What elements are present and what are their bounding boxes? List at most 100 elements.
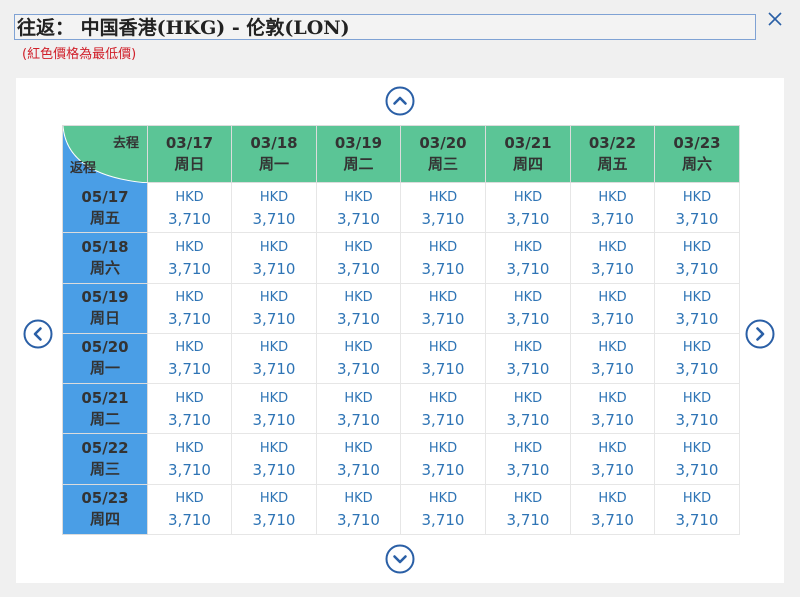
fare-cell[interactable]: HKD 3,710	[147, 332, 232, 385]
fare-cell[interactable]: HKD 3,710	[485, 232, 571, 284]
fare-cell[interactable]: HKD 3,710	[400, 383, 486, 435]
fare-cell[interactable]: HKD 3,710	[147, 483, 232, 536]
outbound-date: 03/18	[250, 134, 298, 152]
fare-cell[interactable]: HKD 3,710	[316, 483, 401, 536]
return-date-row: 05/23 周四 HKD 3,710 HKD 3,710 HKD 3,710 HKD 3,710 H…	[62, 483, 740, 536]
fare-currency: HKD	[598, 441, 627, 457]
fare-cell[interactable]: HKD 3,710	[654, 383, 740, 435]
fare-cell[interactable]: HKD 3,710	[400, 332, 486, 385]
fare-cell[interactable]: HKD 3,710	[485, 282, 571, 334]
fare-amount: 3,710	[591, 511, 634, 530]
fare-currency: HKD	[682, 290, 712, 306]
fare-currency: HKD	[682, 390, 712, 406]
fare-amount: 3,710	[337, 310, 380, 329]
fare-cell[interactable]: HKD 3,710	[570, 282, 655, 334]
fare-cell[interactable]: HKD 3,710	[147, 383, 232, 435]
outbound-weekday: 周二	[343, 155, 374, 173]
fare-amount: 3,710	[506, 209, 550, 228]
return-date-header: 05/21 周二	[62, 383, 148, 435]
fare-cell[interactable]: HKD 3,710	[231, 332, 317, 385]
fare-cell[interactable]: HKD 3,710	[400, 433, 486, 485]
fare-amount: 3,710	[252, 410, 296, 429]
close-button[interactable]	[764, 8, 786, 30]
fare-currency: HKD	[428, 290, 458, 306]
chevron-right-circle-icon	[745, 319, 775, 349]
fare-cell[interactable]: HKD 3,710	[654, 483, 740, 536]
fare-amount: 3,710	[252, 310, 296, 329]
fare-cell[interactable]: HKD 3,710	[485, 181, 571, 234]
fare-amount: 3,710	[337, 259, 380, 278]
fare-amount: 3,710	[506, 461, 550, 480]
fare-cell[interactable]: HKD 3,710	[654, 332, 740, 385]
fare-amount: 3,710	[168, 209, 211, 228]
fare-cell[interactable]: HKD 3,710	[316, 282, 401, 334]
outbound-date: 03/22	[588, 134, 637, 152]
fare-cell[interactable]: HKD 3,710	[231, 483, 317, 536]
fare-cell[interactable]: HKD 3,710	[485, 332, 571, 385]
fare-amount: 3,710	[675, 461, 719, 480]
fare-cell[interactable]: HKD 3,710	[231, 282, 317, 334]
fare-cell[interactable]: HKD 3,710	[400, 232, 486, 284]
fare-currency: HKD	[175, 491, 204, 507]
fare-cell[interactable]: HKD 3,710	[231, 383, 317, 435]
fare-amount: 3,710	[591, 360, 634, 379]
next-return-week-button[interactable]	[385, 544, 415, 574]
fare-cell[interactable]: HKD 3,710	[485, 483, 571, 536]
return-weekday: 周五	[89, 208, 120, 227]
lowest-price-note: (紅色價格為最低價)	[22, 47, 137, 62]
fare-cell[interactable]: HKD 3,710	[570, 332, 655, 385]
fare-cell[interactable]: HKD 3,710	[485, 383, 571, 435]
fare-cell[interactable]: HKD 3,710	[147, 433, 232, 485]
return-weekday: 周一	[89, 359, 120, 378]
fare-cell[interactable]: HKD 3,710	[570, 383, 655, 435]
fare-cell[interactable]: HKD 3,710	[316, 181, 401, 234]
fare-cell[interactable]: HKD 3,710	[570, 433, 655, 485]
fare-cell[interactable]: HKD 3,710	[654, 232, 740, 284]
fare-currency: HKD	[513, 491, 543, 507]
fare-cell[interactable]: HKD 3,710	[570, 483, 655, 536]
fare-cell[interactable]: HKD 3,710	[654, 282, 740, 334]
outbound-weekday: 周三	[427, 155, 458, 173]
return-weekday: 周日	[89, 309, 120, 328]
fare-cell[interactable]: HKD 3,710	[147, 181, 232, 234]
fare-cell[interactable]: HKD 3,710	[485, 433, 571, 485]
fare-cell[interactable]: HKD 3,710	[316, 433, 401, 485]
fare-cell[interactable]: HKD 3,710	[570, 232, 655, 284]
fare-cell[interactable]: HKD 3,710	[316, 232, 401, 284]
fare-cell[interactable]: HKD 3,710	[400, 483, 486, 536]
return-weekday: 周三	[89, 460, 120, 479]
fare-cell[interactable]: HKD 3,710	[654, 181, 740, 234]
fare-cell[interactable]: HKD 3,710	[654, 433, 740, 485]
fare-cell[interactable]: HKD 3,710	[316, 383, 401, 435]
outbound-weekday: 周日	[174, 155, 205, 173]
fare-cell[interactable]: HKD 3,710	[231, 181, 317, 234]
fare-currency: HKD	[259, 390, 289, 406]
outbound-date: 03/19	[334, 134, 383, 152]
fare-cell[interactable]: HKD 3,710	[570, 181, 655, 234]
fare-amount: 3,710	[421, 360, 465, 379]
fare-cell[interactable]: HKD 3,710	[147, 232, 232, 284]
fare-currency: HKD	[175, 441, 204, 457]
outbound-date-header: 03/19 周二	[316, 125, 401, 183]
fare-currency: HKD	[175, 390, 204, 406]
fare-currency: HKD	[344, 441, 373, 457]
next-outbound-week-button[interactable]	[745, 319, 775, 349]
fare-amount: 3,710	[421, 209, 465, 228]
fare-cell[interactable]: HKD 3,710	[400, 181, 486, 234]
fare-cell[interactable]: HKD 3,710	[231, 433, 317, 485]
outbound-weekday: 周五	[597, 155, 628, 173]
fare-amount: 3,710	[591, 310, 634, 329]
fare-cell[interactable]: HKD 3,710	[231, 232, 317, 284]
fare-currency: HKD	[513, 441, 543, 457]
fare-amount: 3,710	[421, 410, 465, 429]
fare-cell[interactable]: HKD 3,710	[316, 332, 401, 385]
prev-return-week-button[interactable]	[385, 86, 415, 116]
prev-outbound-week-button[interactable]	[23, 319, 53, 349]
fare-currency: HKD	[598, 340, 627, 356]
fare-currency: HKD	[428, 239, 458, 255]
return-date-header: 05/22 周三	[62, 433, 148, 485]
title-bar: 往返： 中国香港(HKG) - 伦敦(LON)	[14, 14, 756, 40]
fare-cell[interactable]: HKD 3,710	[147, 282, 232, 334]
fare-cell[interactable]: HKD 3,710	[400, 282, 486, 334]
fare-currency: HKD	[259, 441, 289, 457]
